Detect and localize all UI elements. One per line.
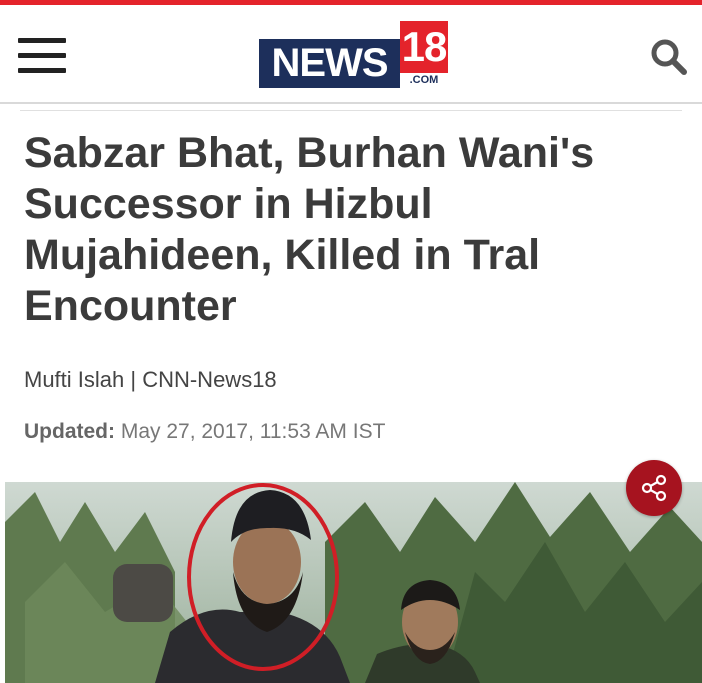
share-icon xyxy=(641,474,667,502)
search-icon[interactable] xyxy=(650,38,688,76)
article-headline: Sabzar Bhat, Burhan Wani's Successor in … xyxy=(24,129,595,330)
logo-18-text: 18 xyxy=(400,21,448,73)
share-button[interactable] xyxy=(626,460,682,516)
article-photo xyxy=(5,482,702,683)
header-divider xyxy=(20,110,682,111)
site-header: NEWS 18 .COM xyxy=(0,5,702,104)
logo-news-text: NEWS xyxy=(259,39,400,88)
article-byline: Mufti Islah | CNN-News18 xyxy=(24,367,277,392)
article-updated: Updated: May 27, 2017, 11:53 AM IST xyxy=(24,418,385,446)
updated-value: May 27, 2017, 11:53 AM IST xyxy=(115,420,386,443)
hamburger-menu-icon[interactable] xyxy=(18,38,66,74)
updated-label: Updated: xyxy=(24,420,115,443)
news18-logo[interactable]: NEWS 18 .COM xyxy=(259,21,449,93)
logo-com-text: .COM xyxy=(409,74,439,86)
